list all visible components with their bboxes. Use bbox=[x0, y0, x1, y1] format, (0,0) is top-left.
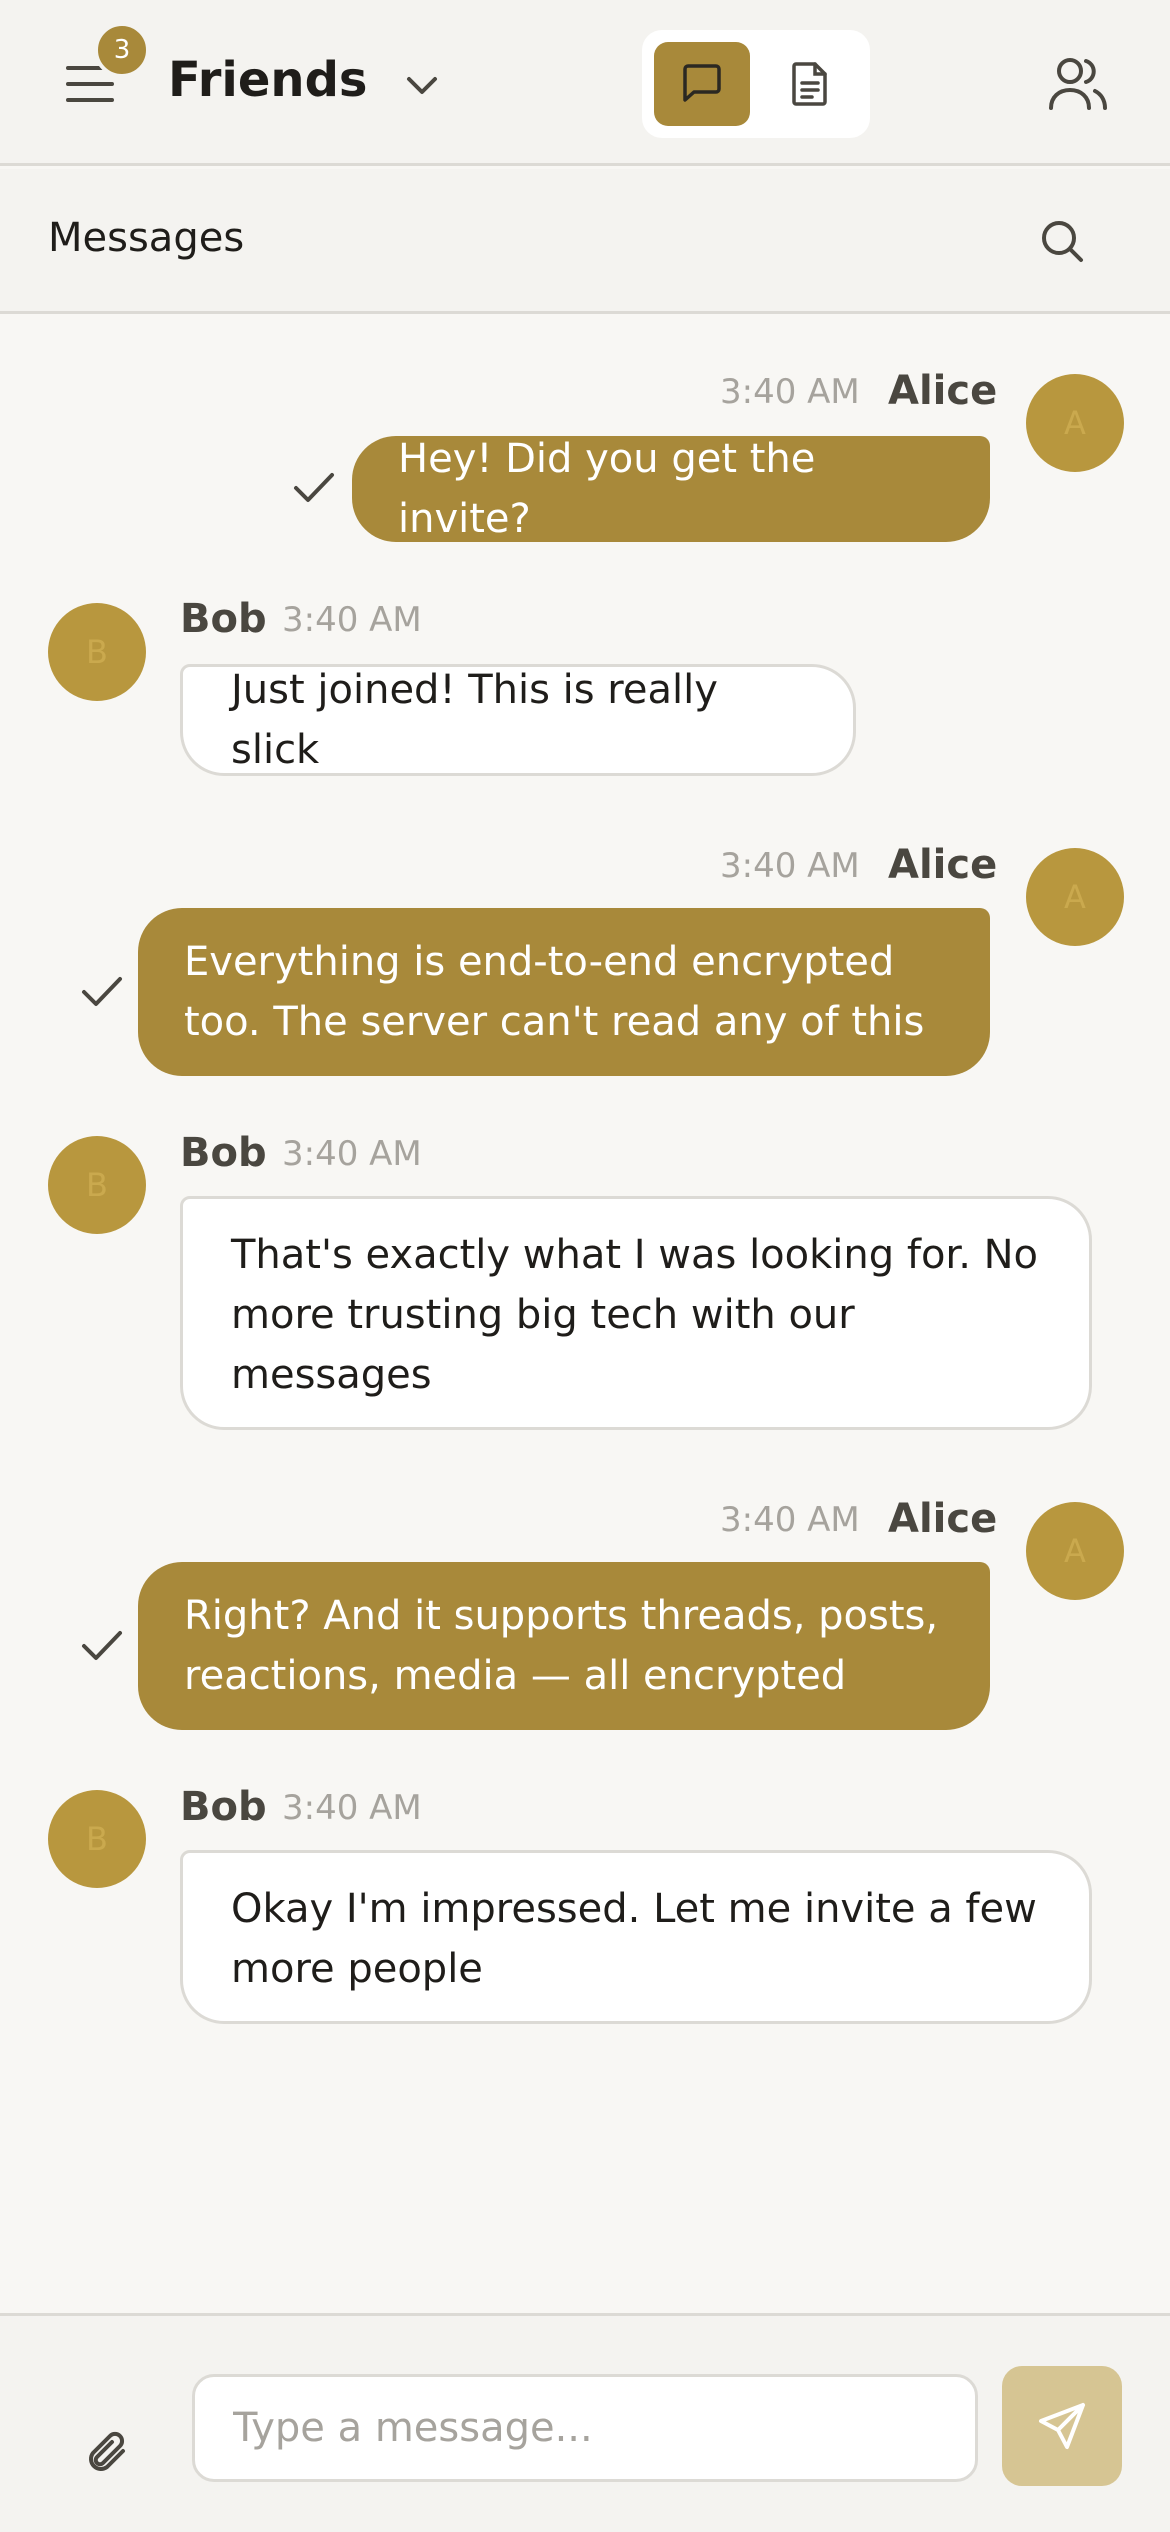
message-text-line: more people bbox=[231, 1946, 483, 1992]
message-author: Bob bbox=[180, 1130, 267, 1176]
search-button[interactable] bbox=[1034, 213, 1090, 269]
message-text-line: Right? And it supports threads, posts, bbox=[184, 1593, 939, 1639]
message-text: Hey! Did you get the invite? bbox=[398, 436, 816, 542]
attach-button[interactable] bbox=[80, 2426, 136, 2482]
chevron-down-icon bbox=[407, 77, 437, 94]
avatar[interactable]: B bbox=[48, 1136, 146, 1234]
posts-view-button[interactable] bbox=[762, 42, 858, 126]
message-author: Alice bbox=[888, 842, 998, 888]
message-bubble[interactable]: Hey! Did you get the invite? bbox=[352, 436, 990, 542]
message-bubble[interactable]: Everything is end-to-end encrypted too. … bbox=[138, 908, 990, 1076]
message-text-line: more trusting big tech with our bbox=[231, 1292, 855, 1338]
message-time: 3:40 AM bbox=[720, 846, 860, 886]
message-time: 3:40 AM bbox=[282, 600, 422, 640]
users-icon bbox=[1049, 58, 1107, 110]
group-switcher-button[interactable] bbox=[398, 62, 446, 110]
message-text-line: Everything is end-to-end encrypted bbox=[184, 939, 895, 985]
search-icon bbox=[1042, 221, 1083, 262]
avatar[interactable]: B bbox=[48, 603, 146, 701]
document-icon bbox=[792, 62, 827, 106]
chat-app: 3 Friends Messages 3:40 AM Alice A Hey! … bbox=[0, 0, 1170, 2532]
members-button[interactable] bbox=[1046, 52, 1110, 116]
chat-view-button[interactable] bbox=[654, 42, 750, 126]
avatar[interactable]: A bbox=[1026, 374, 1124, 472]
message-time: 3:40 AM bbox=[720, 372, 860, 412]
avatar[interactable]: A bbox=[1026, 848, 1124, 946]
section-title: Messages bbox=[48, 215, 245, 261]
message-text-line: messages bbox=[231, 1352, 432, 1398]
message-author: Alice bbox=[888, 1496, 998, 1542]
view-toggle bbox=[642, 30, 870, 138]
message-bubble[interactable]: Okay I'm impressed. Let me invite a few … bbox=[180, 1850, 1092, 2024]
check-icon bbox=[78, 1622, 126, 1670]
message-text: Just joined! This is really slick bbox=[231, 667, 718, 773]
paperclip-icon bbox=[89, 2431, 125, 2471]
notification-badge: 3 bbox=[94, 22, 150, 78]
message-time: 3:40 AM bbox=[282, 1134, 422, 1174]
messages-header: Messages bbox=[0, 169, 1170, 314]
chat-bubble-icon bbox=[683, 64, 721, 102]
message-author: Bob bbox=[180, 1784, 267, 1830]
avatar[interactable]: B bbox=[48, 1790, 146, 1888]
message-bubble[interactable]: Just joined! This is really slick bbox=[180, 664, 856, 776]
message-input[interactable] bbox=[192, 2374, 978, 2482]
message-bubble[interactable]: Right? And it supports threads, posts, r… bbox=[138, 1562, 990, 1730]
send-icon bbox=[1039, 2403, 1085, 2449]
send-button[interactable] bbox=[1002, 2366, 1122, 2486]
message-author: Bob bbox=[180, 596, 267, 642]
message-text-line: Okay I'm impressed. Let me invite a few bbox=[231, 1886, 1037, 1932]
message-text-line: That's exactly what I was looking for. N… bbox=[231, 1232, 1039, 1278]
message-text-line: too. The server can't read any of this bbox=[184, 999, 925, 1045]
group-name[interactable]: Friends bbox=[168, 52, 368, 108]
message-composer bbox=[0, 2313, 1170, 2532]
message-author: Alice bbox=[888, 368, 998, 414]
check-icon bbox=[78, 968, 126, 1016]
message-bubble[interactable]: That's exactly what I was looking for. N… bbox=[180, 1196, 1092, 1430]
message-text-line: reactions, media — all encrypted bbox=[184, 1653, 847, 1699]
message-time: 3:40 AM bbox=[720, 1500, 860, 1540]
avatar[interactable]: A bbox=[1026, 1502, 1124, 1600]
message-time: 3:40 AM bbox=[282, 1788, 422, 1828]
check-icon bbox=[290, 464, 338, 512]
top-bar: 3 Friends bbox=[0, 0, 1170, 166]
